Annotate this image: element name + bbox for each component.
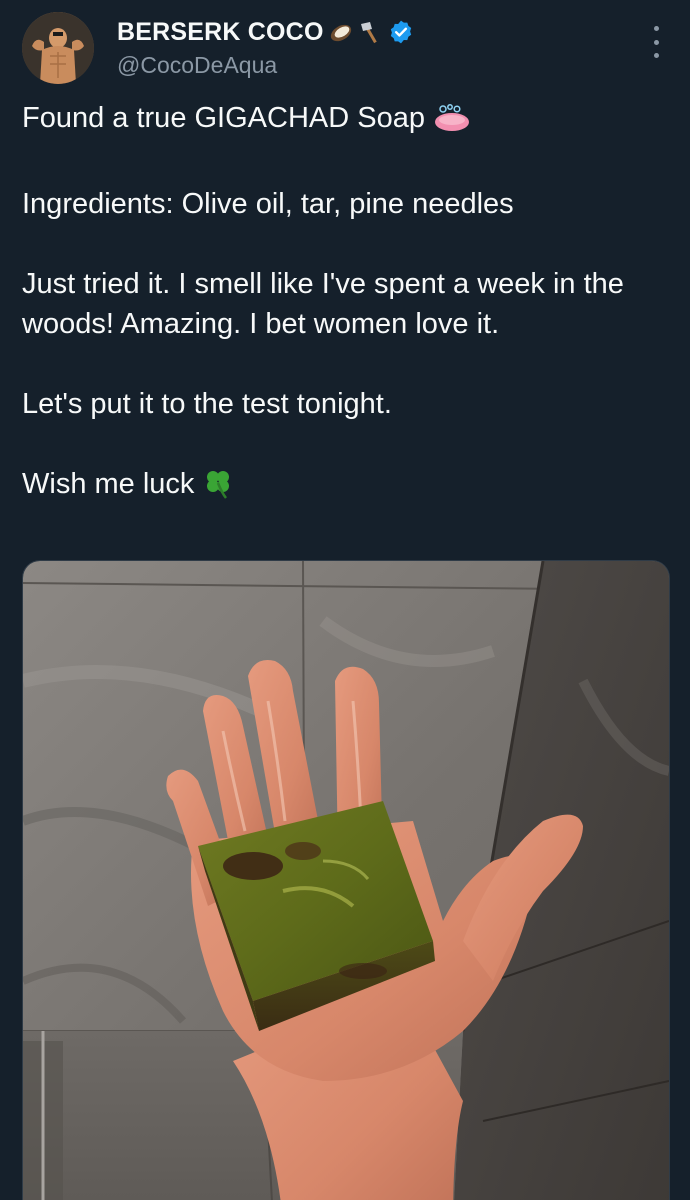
name-row: BERSERK COCO	[117, 16, 414, 48]
photo-hand-holding-soap	[23, 561, 669, 1200]
soap-icon	[433, 103, 471, 144]
avatar[interactable]	[22, 12, 94, 84]
user-info: BERSERK COCO @CocoDeAqua	[117, 16, 414, 79]
tweet-text: Found a true GIGACHAD Soap Ingredients: …	[22, 98, 662, 510]
avatar-image	[22, 12, 94, 84]
axe-icon	[358, 20, 382, 44]
tweet-photo[interactable]	[22, 560, 670, 1200]
tweet-line-text: Found a true GIGACHAD Soap	[22, 102, 425, 134]
tweet-header: BERSERK COCO @CocoDeAqua	[22, 12, 668, 84]
user-handle[interactable]: @CocoDeAqua	[117, 52, 414, 79]
coconut-icon	[329, 20, 353, 44]
tweet-line: Found a true GIGACHAD Soap	[22, 98, 662, 144]
tweet-line-text: Wish me luck	[22, 468, 195, 500]
four-leaf-clover-icon	[202, 467, 234, 510]
tweet-line: Ingredients: Olive oil, tar, pine needle…	[22, 188, 514, 220]
verified-badge-icon	[388, 19, 414, 45]
more-options-icon[interactable]	[646, 26, 666, 58]
more-dot	[653, 53, 659, 58]
more-dot	[653, 39, 659, 45]
tweet-line: Let's put it to the test tonight.	[22, 388, 392, 420]
more-dot	[653, 26, 659, 31]
tweet-line: Just tried it. I smell like I've spent a…	[22, 268, 624, 340]
tweet-line: Wish me luck	[22, 464, 662, 510]
display-name[interactable]: BERSERK COCO	[117, 18, 324, 47]
